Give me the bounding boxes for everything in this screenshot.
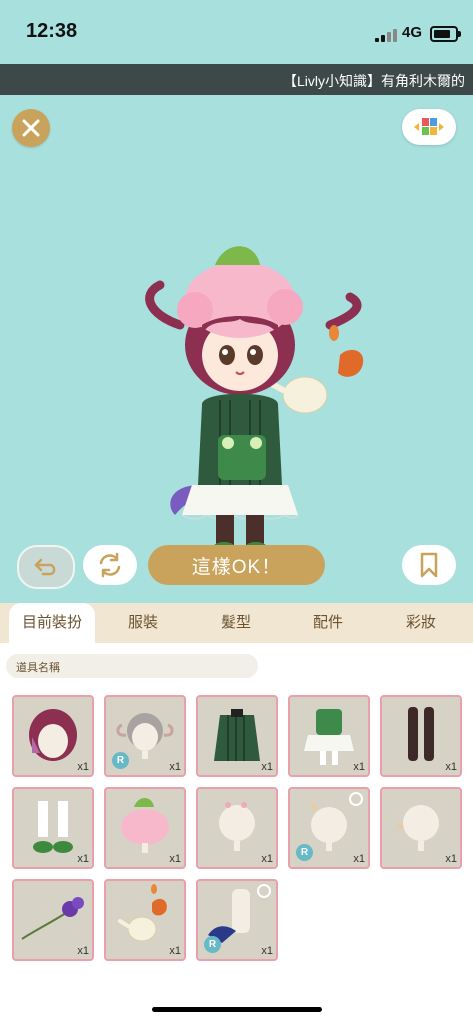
- item-qty: x1: [261, 945, 273, 957]
- item-slot[interactable]: x1: [12, 695, 94, 777]
- avatar-stage: 這樣OK！: [0, 95, 473, 603]
- rare-badge: R: [112, 752, 129, 769]
- avatar-character[interactable]: [140, 235, 370, 565]
- item-qty: x1: [353, 761, 365, 773]
- news-ticker[interactable]: 【Livly小知識】有角利木爾的: [0, 64, 473, 95]
- tab-clothing[interactable]: 服裝: [110, 603, 176, 643]
- item-slot[interactable]: x1: [380, 695, 462, 777]
- view-toggle-button[interactable]: [402, 109, 456, 145]
- item-qty: x1: [169, 761, 181, 773]
- item-qty: x1: [261, 761, 273, 773]
- item-qty: x1: [77, 761, 89, 773]
- undo-icon: [34, 558, 56, 576]
- tab-makeup[interactable]: 彩妝: [388, 603, 454, 643]
- item-slot[interactable]: x1: [12, 879, 94, 961]
- item-qty: x1: [445, 761, 457, 773]
- rare-badge: R: [296, 844, 313, 861]
- item-slot[interactable]: x1: [380, 787, 462, 869]
- item-slot[interactable]: R x1: [104, 695, 186, 777]
- undo-button[interactable]: [17, 545, 75, 589]
- item-slot[interactable]: x1: [104, 879, 186, 961]
- item-qty: x1: [77, 853, 89, 865]
- search-placeholder: 道具名稱: [16, 662, 60, 674]
- item-slot[interactable]: R x1: [196, 879, 278, 961]
- item-slot[interactable]: x1: [196, 787, 278, 869]
- tab-accessories[interactable]: 配件: [295, 603, 361, 643]
- item-qty: x1: [353, 853, 365, 865]
- close-icon: [22, 119, 40, 137]
- item-slot[interactable]: x1: [196, 695, 278, 777]
- item-slot[interactable]: x1: [12, 787, 94, 869]
- item-qty: x1: [169, 853, 181, 865]
- close-button[interactable]: [12, 109, 50, 147]
- rare-badge: R: [204, 936, 221, 953]
- tab-current-outfit[interactable]: 目前裝扮: [9, 603, 95, 643]
- item-qty: x1: [261, 853, 273, 865]
- confirm-outfit-button[interactable]: 這樣OK！: [148, 545, 325, 585]
- battery-icon: [430, 26, 461, 42]
- bookmark-icon: [420, 552, 438, 578]
- network-label: 4G: [402, 24, 423, 41]
- item-qty: x1: [445, 853, 457, 865]
- bookmark-button[interactable]: [402, 545, 456, 585]
- refresh-icon: [99, 552, 121, 578]
- item-qty: x1: [169, 945, 181, 957]
- clock: 12:38: [26, 20, 78, 42]
- item-name-search[interactable]: 道具名稱: [6, 654, 258, 678]
- item-qty: x1: [77, 945, 89, 957]
- home-indicator[interactable]: [152, 1007, 322, 1012]
- category-tabs: 目前裝扮 服裝 髮型 配件 彩妝: [0, 603, 473, 643]
- ticker-text: 【Livly小知識】有角利木爾的: [283, 73, 466, 89]
- reset-button[interactable]: [83, 545, 137, 585]
- item-slot[interactable]: x1: [288, 695, 370, 777]
- item-slot[interactable]: x1: [104, 787, 186, 869]
- grid-view-icon: [414, 118, 444, 135]
- status-bar: 12:38 4G: [0, 0, 473, 64]
- signal-icon: [375, 28, 397, 42]
- tab-hairstyle[interactable]: 髮型: [203, 603, 269, 643]
- item-slot[interactable]: R x1: [288, 787, 370, 869]
